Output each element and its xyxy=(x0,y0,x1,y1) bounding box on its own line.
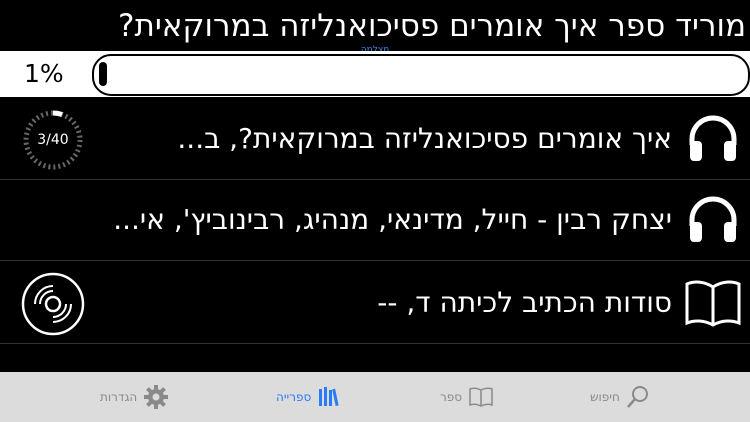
tab-settings[interactable]: הגדרות xyxy=(100,372,169,422)
counter-text: 3/40 xyxy=(37,132,69,148)
progress-percent: 1% xyxy=(24,59,64,88)
list-item[interactable]: איך אומרים פסיכואנליזה במרוקאית?, ב... 3… xyxy=(0,99,750,180)
tab-settings-label: הגדרות xyxy=(100,390,138,404)
list-item-title: יצחק רבין - חייל, מדינאי, מנהיג, רבינובי… xyxy=(113,203,672,236)
headphones-icon xyxy=(676,180,750,260)
list-item-title: איך אומרים פסיכואנליזה במרוקאית?, ב... xyxy=(177,122,672,155)
headphones-icon xyxy=(676,99,750,179)
open-book-icon xyxy=(676,263,750,343)
tab-book[interactable]: ספר xyxy=(440,372,494,422)
gear-icon xyxy=(144,385,169,409)
progress-bar xyxy=(92,54,750,96)
list-item-title: סודות הכתיב לכיתה ד, -- xyxy=(377,286,672,319)
tab-bar: הגדרות ספרייה ספר חיפוש xyxy=(0,372,750,422)
page-title: מוריד ספר איך אומרים פסיכואנליזה במרוקאי… xyxy=(118,8,746,44)
tab-library[interactable]: ספרייה xyxy=(276,372,341,422)
list-item[interactable]: סודות הכתיב לכיתה ד, -- xyxy=(0,263,750,344)
tab-book-label: ספר xyxy=(440,390,463,404)
tab-library-label: ספרייה xyxy=(276,390,312,404)
download-counter[interactable]: 3/40 xyxy=(20,107,86,173)
download-progress-row: 1% xyxy=(0,51,750,97)
tab-search[interactable]: חיפוש xyxy=(590,372,650,422)
library-icon xyxy=(319,387,339,407)
tab-search-label: חיפוש xyxy=(590,390,620,404)
disc-icon[interactable] xyxy=(20,271,86,337)
search-icon xyxy=(626,386,648,408)
progress-bar-fill xyxy=(99,62,107,86)
list-item[interactable]: יצחק רבין - חייל, מדינאי, מנהיג, רבינובי… xyxy=(0,180,750,261)
book-icon xyxy=(469,387,493,407)
